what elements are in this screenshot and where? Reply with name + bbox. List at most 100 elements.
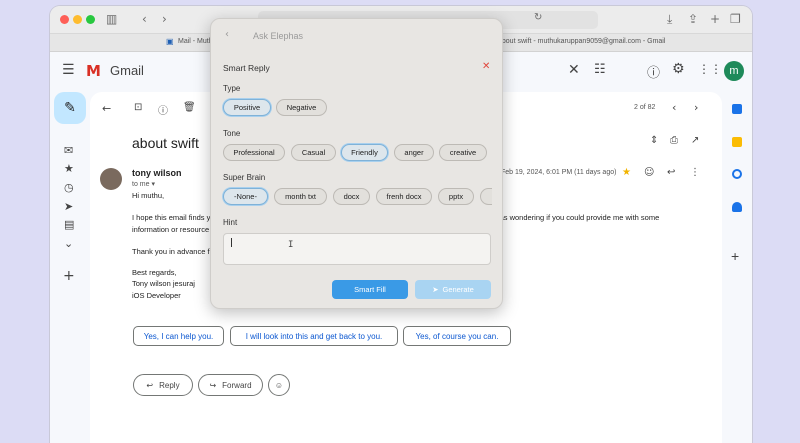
generate-button[interactable]: ➤ Generate	[415, 280, 491, 299]
body-sig-name: Tony wilson jesuraj	[132, 279, 195, 288]
brain-option-overflow[interactable]	[480, 188, 492, 205]
print-icon[interactable]: ⎙	[670, 135, 678, 146]
back-icon[interactable]: ‹	[225, 29, 229, 40]
reload-icon[interactable]: ↻	[534, 12, 542, 23]
gmail-logo-text: Gmail	[110, 63, 144, 78]
super-brain-label: Super Brain	[223, 173, 266, 182]
body-line1-left: I hope this email finds y	[132, 213, 211, 222]
back-to-inbox-icon[interactable]: ←	[102, 102, 111, 115]
dialog-title: Ask Elephas	[253, 31, 304, 41]
smart-reply-chip[interactable]: Yes, of course you can.	[403, 326, 511, 346]
download-icon[interactable]: ⤓	[667, 12, 672, 27]
tab-mail[interactable]: Mail - Muth	[178, 38, 213, 45]
to-me-text: to me	[132, 181, 150, 188]
body-greeting: Hi muthu,	[132, 191, 165, 200]
compose-button[interactable]: ✎	[54, 92, 86, 124]
starred-icon[interactable]: ★	[64, 162, 74, 175]
reply-label: Reply	[159, 380, 180, 390]
email-subject: about swift	[132, 135, 199, 151]
emoji-react-icon[interactable]: ☺	[644, 167, 654, 178]
drafts-icon[interactable]: ▤	[64, 218, 74, 231]
back-arrow-icon[interactable]: ‹	[142, 12, 147, 26]
reply-arrow-icon: ↩	[146, 380, 154, 390]
more-chevron-icon[interactable]: ⌄	[64, 237, 73, 250]
share-icon[interactable]: ⇪	[688, 12, 698, 26]
body-line2: information or resource	[132, 225, 210, 234]
archive-icon[interactable]: ⊡	[134, 102, 142, 113]
tab-overview-icon[interactable]: ❐	[730, 12, 741, 26]
body-sig-title: iOS Developer	[132, 291, 181, 300]
brain-option-none[interactable]: -None-	[223, 188, 268, 205]
tone-label: Tone	[223, 129, 241, 138]
smart-reply-chip[interactable]: I will look into this and get back to yo…	[230, 326, 398, 346]
tone-option-anger[interactable]: anger	[394, 144, 434, 161]
smart-reply-chip[interactable]: Yes, I can help you.	[133, 326, 224, 346]
tone-option-creative[interactable]: creative	[439, 144, 487, 161]
tasks-icon[interactable]	[732, 169, 742, 179]
tab-gmail[interactable]: about swift - muthukaruppan9059@gmail.co…	[498, 38, 665, 45]
right-rail: +	[722, 92, 752, 443]
body-regards: Best regards,	[132, 268, 177, 277]
delete-icon[interactable]: 🗑	[183, 102, 196, 113]
forward-arrow-icon: ↪	[209, 380, 217, 390]
contacts-icon[interactable]	[732, 202, 742, 212]
ibeam-cursor-icon: I	[288, 240, 294, 250]
add-label-icon[interactable]: +	[63, 268, 75, 284]
body-thanks: Thank you in advance f	[132, 247, 210, 256]
brain-option-docx[interactable]: docx	[333, 188, 370, 205]
settings-gear-icon[interactable]: ⚙	[672, 61, 685, 77]
recipient-details[interactable]: to me ▾	[132, 180, 155, 188]
sender-avatar	[100, 168, 122, 190]
keep-icon[interactable]	[732, 137, 742, 147]
report-spam-icon[interactable]: ⓘ	[158, 102, 168, 117]
hint-input[interactable]: I	[223, 233, 491, 265]
sidebar-icon[interactable]: ▥	[106, 12, 117, 26]
clear-search-icon[interactable]: ✕	[568, 62, 580, 78]
tone-option-professional[interactable]: Professional	[223, 144, 285, 161]
close-icon[interactable]: ✕	[482, 61, 490, 72]
gmail-logo-icon: M	[86, 62, 101, 80]
forward-button[interactable]: ↪ Forward	[198, 374, 263, 396]
reply-icon[interactable]: ↩	[667, 167, 675, 178]
dialog-heading: Smart Reply	[223, 63, 270, 73]
expand-all-icon[interactable]: ⇕	[650, 135, 658, 146]
zoom-window-button[interactable]	[86, 15, 95, 24]
pagination-text: 2 of 82	[634, 104, 656, 111]
tone-option-casual[interactable]: Casual	[291, 144, 336, 161]
brain-option-month-txt[interactable]: month txt	[274, 188, 327, 205]
reply-button[interactable]: ↩ Reply	[133, 374, 193, 396]
tone-option-friendly[interactable]: Friendly	[341, 144, 388, 161]
main-menu-icon[interactable]: ☰	[62, 62, 75, 78]
snoozed-icon[interactable]: ◷	[64, 181, 74, 194]
help-icon[interactable]: ⓘ	[647, 62, 660, 81]
star-icon[interactable]: ★	[622, 167, 631, 178]
inbox-icon[interactable]: ✉	[64, 144, 73, 157]
calendar-icon[interactable]	[732, 104, 742, 114]
smart-fill-button[interactable]: Smart Fill	[332, 280, 408, 299]
send-icon: ➤	[432, 285, 439, 294]
apps-grid-icon[interactable]: ⋮⋮	[698, 62, 722, 76]
search-options-icon[interactable]: ☷	[594, 62, 606, 77]
minimize-window-button[interactable]	[73, 15, 82, 24]
more-options-icon[interactable]: ⋮	[690, 167, 700, 178]
outlook-icon: ▣	[166, 37, 174, 46]
new-tab-icon[interactable]: +	[710, 12, 720, 26]
sent-icon[interactable]: ➤	[64, 200, 73, 213]
text-caret	[231, 238, 232, 247]
emoji-button[interactable]: ☺	[268, 374, 290, 396]
older-icon[interactable]: ›	[694, 101, 698, 114]
brain-option-pptx[interactable]: pptx	[438, 188, 474, 205]
brain-option-frenh-docx[interactable]: frenh docx	[376, 188, 432, 205]
account-avatar[interactable]: m	[724, 61, 744, 81]
type-option-negative[interactable]: Negative	[276, 99, 327, 116]
type-option-positive[interactable]: Positive	[223, 99, 271, 116]
new-window-icon[interactable]: ↗	[691, 135, 699, 146]
body-line1-right: I was wondering if you could provide me …	[490, 213, 660, 222]
close-window-button[interactable]	[60, 15, 69, 24]
newer-icon[interactable]: ‹	[672, 101, 676, 114]
left-rail: ✎ ✉ ★ ◷ ➤ ▤ ⌄ +	[50, 92, 90, 443]
get-addons-icon[interactable]: +	[731, 248, 739, 264]
forward-arrow-icon[interactable]: ›	[162, 12, 167, 26]
sender-name: tony wilson	[132, 168, 182, 178]
type-label: Type	[223, 84, 241, 93]
